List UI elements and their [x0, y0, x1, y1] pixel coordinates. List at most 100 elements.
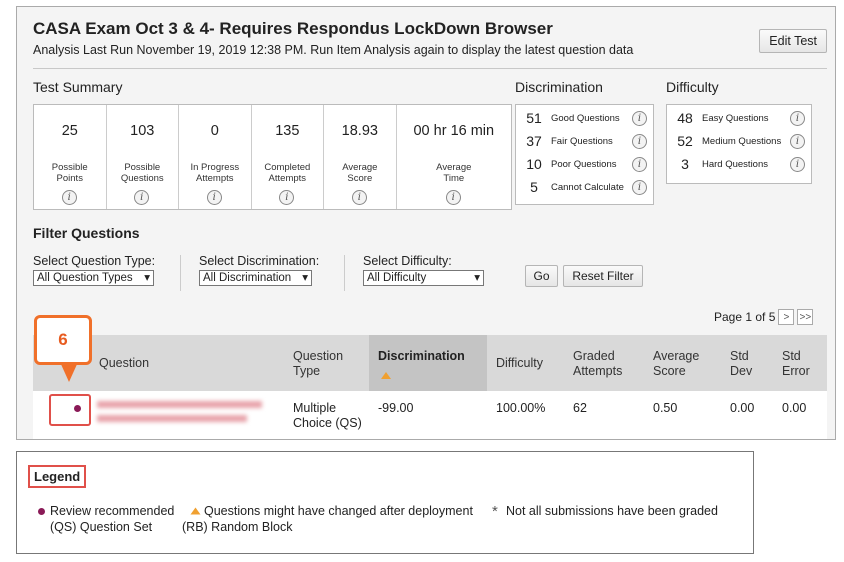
cell-graded-attempts: 62 [573, 401, 587, 415]
col-difficulty[interactable]: Difficulty [496, 356, 543, 371]
legend-review-recommended: Review recommended [50, 504, 175, 518]
question-type-select[interactable]: All Question Types ▾ [33, 270, 154, 286]
next-page-icon[interactable]: > [778, 309, 795, 325]
pagination: Page 1 of 5 > >> [714, 309, 814, 325]
difficulty-medium: 52 Medium Questions i [673, 131, 805, 151]
item-analysis-panel: CASA Exam Oct 3 & 4- Requires Respondus … [16, 6, 836, 440]
review-recommended-icon [38, 508, 45, 515]
info-icon[interactable]: i [790, 133, 805, 149]
changed-after-deployment-icon [190, 507, 201, 515]
summary-average-score: 18.93 Average Score i [324, 105, 397, 209]
info-icon[interactable]: i [351, 190, 367, 205]
filter-questions-heading: Filter Questions [33, 225, 140, 241]
discrimination-cannot-calculate: 5 Cannot Calculate i [522, 177, 647, 197]
col-std-error[interactable]: Std Error [782, 349, 810, 379]
summary-possible-questions: 103 Possible Questions i [107, 105, 180, 209]
info-icon[interactable]: i [790, 156, 805, 172]
summary-label: Average Time [436, 162, 472, 184]
dropdown-arrow-icon: ▾ [144, 272, 150, 284]
difficulty-select[interactable]: All Difficulty ▾ [363, 270, 484, 286]
last-page-icon[interactable]: >> [797, 309, 814, 325]
col-average-score[interactable]: Average Score [653, 349, 699, 379]
col-graded-attempts[interactable]: Graded Attempts [573, 349, 622, 379]
dropdown-arrow-icon: ▾ [474, 272, 480, 284]
callout-number: 6 [34, 315, 92, 365]
filter-separator [180, 255, 181, 291]
asterisk-icon: * [492, 503, 498, 520]
col-question-type[interactable]: Question Type [293, 349, 343, 379]
col-discrimination[interactable]: Discrimination [369, 335, 487, 391]
go-button[interactable]: Go [525, 265, 558, 287]
summary-value: 103 [130, 123, 155, 139]
page-title: CASA Exam Oct 3 & 4- Requires Respondus … [33, 19, 553, 38]
table-row: Multiple Choice (QS) -99.00 100.00% 62 0.… [33, 391, 827, 439]
summary-label: Possible Points [51, 162, 88, 184]
summary-value: 135 [275, 123, 300, 139]
question-text-redacted[interactable] [97, 399, 267, 429]
discrimination-fair: 37 Fair Questions i [522, 131, 647, 151]
discrimination-select[interactable]: All Discrimination ▾ [199, 270, 312, 286]
discrimination-filter-label: Select Discrimination: [199, 254, 320, 268]
filter-separator [344, 255, 345, 291]
table-header: Question Question Type Discrimination Dif… [33, 335, 827, 391]
cell-discrimination: -99.00 [378, 401, 414, 415]
difficulty-easy: 48 Easy Questions i [673, 108, 805, 128]
legend-not-graded: Not all submissions have been graded [506, 504, 718, 518]
sort-ascending-icon [381, 372, 391, 379]
header-divider [33, 68, 827, 69]
question-type-label: Select Question Type: [33, 254, 156, 268]
summary-value: 18.93 [341, 123, 378, 139]
info-icon[interactable]: i [445, 190, 461, 205]
legend-title: Legend [28, 465, 87, 488]
summary-label: Completed Attempts [264, 162, 311, 184]
difficulty-filter-label: Select Difficulty: [363, 254, 452, 268]
analysis-last-run: Analysis Last Run November 19, 2019 12:3… [33, 43, 634, 57]
col-discrimination-label: Discrimination [378, 349, 465, 363]
info-icon[interactable]: i [632, 110, 647, 126]
summary-in-progress-attempts: 0 In Progress Attempts i [179, 105, 252, 209]
difficulty-box: 48 Easy Questions i 52 Medium Questions i 3H… [666, 104, 812, 184]
summary-value: 00 hr 16 min [413, 123, 495, 139]
cell-std-error: 0.00 [782, 401, 807, 415]
legend-random-block: (RB) Random Block [182, 520, 293, 534]
info-icon[interactable]: i [632, 179, 647, 195]
summary-label: In Progress Attempts [190, 162, 240, 184]
info-icon[interactable]: i [790, 110, 805, 126]
highlight-frame [49, 394, 91, 426]
callout-pointer [60, 362, 78, 382]
difficulty-hard: 3 Hard Questions i [673, 154, 805, 174]
discrimination-heading: Discrimination [515, 79, 603, 95]
cell-std-dev: 0.00 [730, 401, 755, 415]
info-icon[interactable]: i [134, 190, 150, 205]
info-icon[interactable]: i [632, 156, 647, 172]
col-std-dev[interactable]: Std Dev [730, 349, 752, 379]
dropdown-arrow-icon: ▾ [302, 272, 308, 284]
cell-average-score: 0.50 [653, 401, 678, 415]
legend-box: Legend Review recommended Questions migh… [16, 451, 754, 554]
info-icon[interactable]: i [632, 133, 647, 149]
discrimination-box: 51 Good Questions i 37 Fair Questions i 10 Po… [515, 104, 654, 205]
legend-question-set: (QS) Question Set [50, 520, 153, 534]
legend-changed-after-deployment: Questions might have changed after deplo… [204, 504, 473, 518]
summary-value: 0 [210, 123, 219, 139]
test-summary-heading: Test Summary [33, 79, 123, 95]
reset-filter-button[interactable]: Reset Filter [563, 265, 643, 287]
page-indicator: Page 1 of 5 [714, 310, 776, 324]
summary-label: Possible Questions [120, 162, 164, 184]
summary-average-time: 00 hr 16 min Average Time i [397, 105, 511, 209]
info-icon[interactable]: i [206, 190, 222, 205]
cell-difficulty: 100.00% [496, 401, 546, 415]
summary-completed-attempts: 135 Completed Attempts i [252, 105, 325, 209]
discrimination-good: 51 Good Questions i [522, 108, 647, 128]
summary-value: 25 [61, 123, 78, 139]
discrimination-poor: 10 Poor Questions i [522, 154, 647, 174]
summary-label: Average Score [342, 162, 378, 184]
cell-question-type: Multiple Choice (QS) [293, 401, 362, 430]
difficulty-heading: Difficulty [666, 79, 719, 95]
col-question[interactable]: Question [99, 356, 149, 371]
edit-test-button[interactable]: Edit Test [759, 29, 827, 53]
info-icon[interactable]: i [279, 190, 295, 205]
test-summary-box: 25 Possible Points i 103 Possible Question… [33, 104, 512, 210]
info-icon[interactable]: i [61, 190, 77, 205]
summary-possible-points: 25 Possible Points i [34, 105, 107, 209]
